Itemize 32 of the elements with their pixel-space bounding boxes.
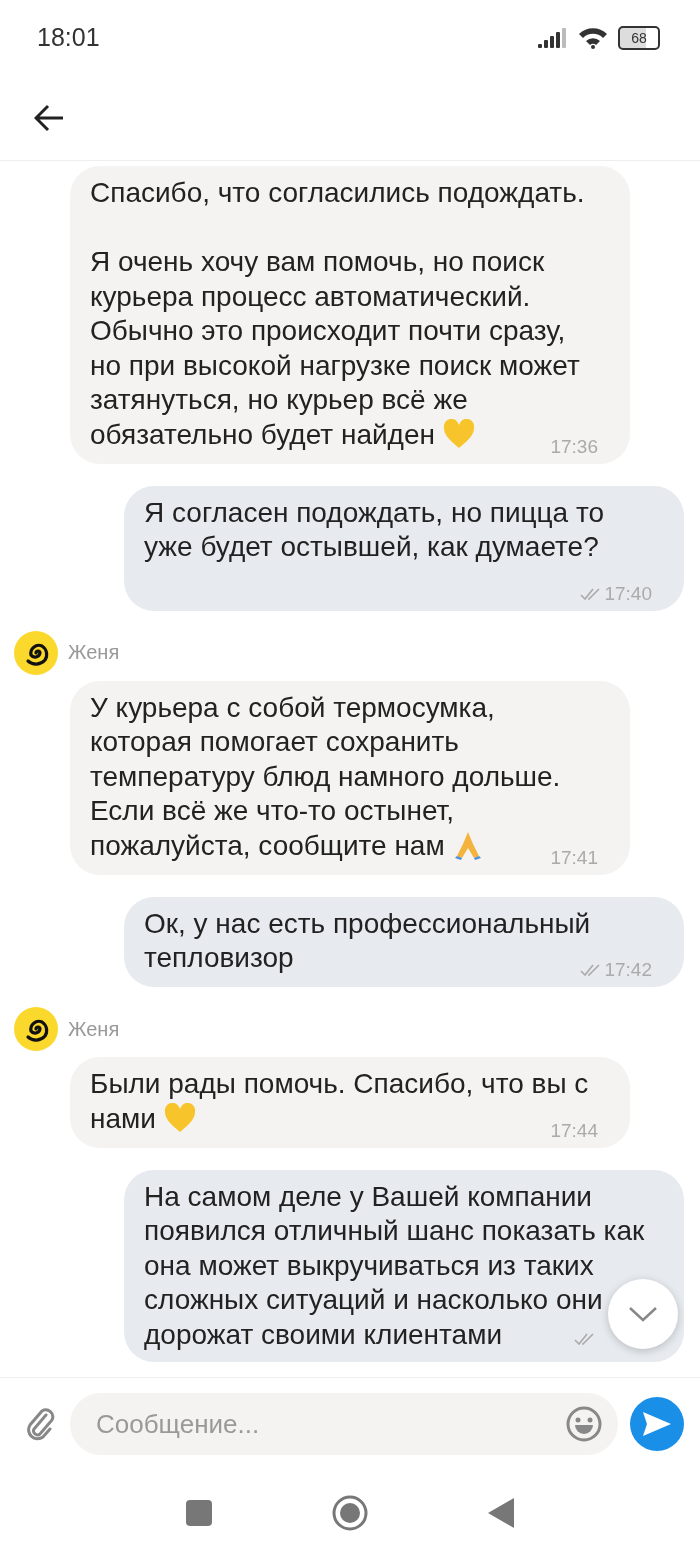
back-button[interactable]: [488, 1498, 514, 1528]
outgoing-message: Я согласен подождать, но пицца то уже будет остывшей, как думаете? 17:40: [124, 485, 684, 611]
status-time: 18:01: [37, 23, 100, 52]
send-button[interactable]: [630, 1397, 684, 1451]
message-input[interactable]: Сообщение...: [70, 1393, 618, 1455]
sender-name: Женя: [68, 1017, 120, 1041]
home-button[interactable]: [332, 1495, 368, 1531]
smiley-icon[interactable]: [566, 1406, 602, 1442]
avatar-spiral-icon: [14, 1007, 58, 1051]
outgoing-message: На самом деле у Вашей компании появился отличный шанс показать как она может выкручиваться из таких сложных ситуаций и насколько они дорожат своими клиентами: [124, 1169, 684, 1362]
double-check-icon: [574, 1331, 596, 1346]
message-time: 17:41: [550, 845, 598, 870]
heart-icon: [163, 1102, 196, 1133]
heart-icon: [442, 418, 475, 449]
double-check-icon: [580, 586, 603, 601]
send-icon: [642, 1411, 672, 1437]
incoming-message: Были рады помочь. Спасибо, что вы с нами 17:44: [70, 1057, 630, 1148]
wifi-icon: [578, 26, 608, 49]
back-arrow-icon[interactable]: [34, 103, 64, 132]
incoming-message: Спасибо, что согласились подождать. Я очень хочу вам помочь, но поиск курьера процесс автоматический. Обычно это происходит почти сразу, но при высокой нагрузке поиск может затянуться, но курьер всё же обязательно будет найден 17:36: [70, 166, 630, 464]
message-time: 17:42: [604, 958, 652, 982]
signal-icon: [538, 27, 568, 48]
message-time: 17:44: [550, 1118, 598, 1143]
chevron-down-icon: [628, 1306, 658, 1322]
message-time: 17:36: [550, 434, 598, 459]
incoming-message: У курьера с собой термосумка, которая помогает сохранить температуру блюд намного дольше. Если всё же что-то остынет, пожалуйста, сообщите нам 17:41: [70, 680, 630, 875]
sender-name: Женя: [68, 641, 120, 664]
battery-indicator: 68: [618, 25, 660, 50]
message-time: 17:40: [604, 581, 652, 606]
avatar-spiral-icon: [14, 630, 58, 675]
double-check-icon: [580, 963, 603, 977]
outgoing-message: Ок, у нас есть профессиональный тепловизор 17:42: [124, 896, 684, 987]
